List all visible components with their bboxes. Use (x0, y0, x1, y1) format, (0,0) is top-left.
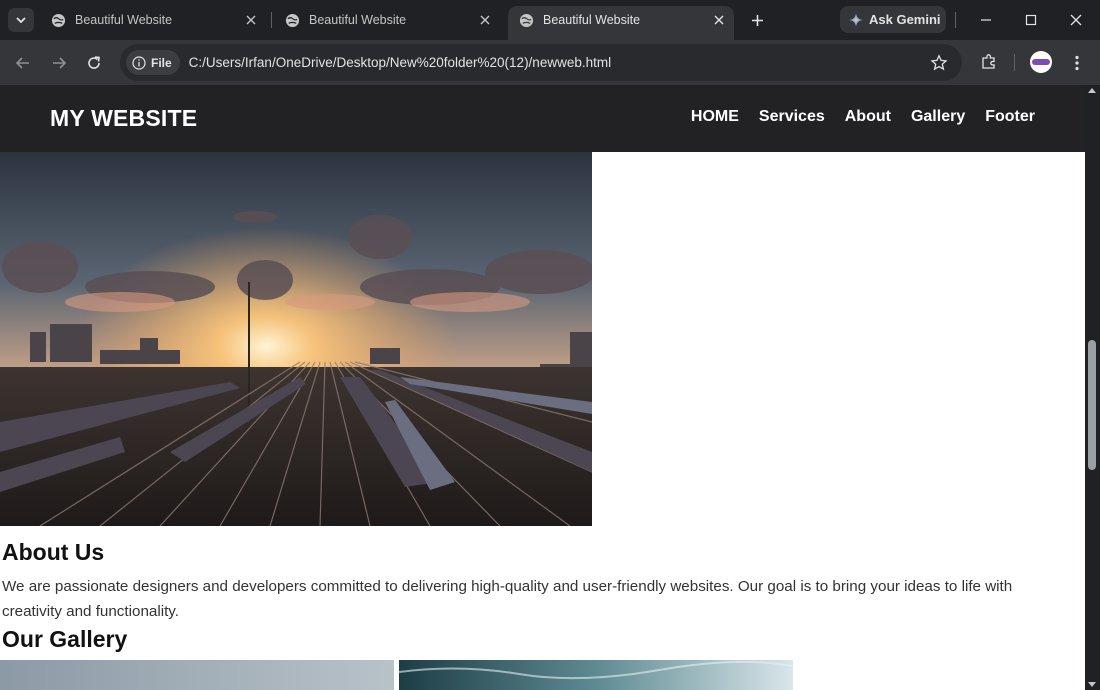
browser-toolbar: File C:/Users/Irfan/OneDrive/Desktop/New… (0, 40, 1100, 85)
reload-icon (88, 56, 100, 69)
url-text[interactable]: C:/Users/Irfan/OneDrive/Desktop/New%20fo… (189, 55, 611, 70)
profile-avatar[interactable] (1030, 51, 1052, 73)
nav-link-footer[interactable]: Footer (985, 108, 1035, 126)
close-window-button[interactable] (1061, 6, 1091, 34)
nav-link-gallery[interactable]: Gallery (911, 108, 965, 126)
hero-image (0, 152, 592, 526)
new-tab-button[interactable] (746, 9, 768, 31)
globe-icon (518, 12, 534, 28)
site-logo[interactable]: MY WEBSITE (50, 105, 197, 132)
about-heading: About Us (2, 539, 105, 565)
tab-title: Beautiful Website (309, 13, 407, 27)
ask-gemini-label: Ask Gemini (869, 12, 941, 27)
gemini-sparkle-icon (849, 12, 863, 27)
gallery-image-1 (0, 660, 394, 690)
chevron-down-icon (16, 17, 26, 24)
close-icon[interactable] (476, 11, 494, 29)
page-viewport: MY WEBSITE HOME Services About Gallery F… (0, 85, 1085, 690)
close-icon (1070, 14, 1082, 26)
tab-title: Beautiful Website (75, 13, 173, 27)
scroll-down-arrow-icon[interactable] (1088, 682, 1096, 687)
globe-icon (284, 12, 300, 28)
scroll-up-arrow-icon[interactable] (1088, 88, 1096, 93)
tab-1[interactable]: Beautiful Website (40, 6, 266, 34)
arrow-left-icon (15, 57, 29, 69)
gallery-heading: Our Gallery (2, 626, 128, 652)
info-icon (132, 55, 146, 70)
globe-icon (50, 12, 66, 28)
avatar-image (1032, 59, 1050, 65)
nav-link-services[interactable]: Services (759, 108, 825, 126)
tab-3-active[interactable]: Beautiful Website (508, 6, 734, 40)
site-header: MY WEBSITE HOME Services About Gallery F… (0, 85, 1085, 152)
forward-button[interactable] (46, 50, 72, 76)
tab-search-button[interactable] (8, 8, 34, 32)
about-paragraph: We are passionate designers and develope… (2, 578, 1013, 620)
close-icon[interactable] (710, 11, 728, 29)
page-scrollbar[interactable] (1085, 85, 1100, 690)
browser-menu-button[interactable] (1066, 51, 1088, 75)
maximize-icon (1025, 14, 1037, 26)
tab-strip: Beautiful Website Beautiful Website Beau… (0, 0, 1100, 40)
file-chip-label: File (151, 55, 172, 70)
more-vertical-icon (1075, 55, 1079, 71)
plus-icon (751, 14, 763, 26)
tab-separator (271, 12, 272, 28)
maximize-button[interactable] (1016, 6, 1046, 34)
reload-button[interactable] (81, 50, 107, 76)
nav-link-about[interactable]: About (845, 108, 891, 126)
window-separator (955, 12, 956, 28)
minimize-button[interactable] (971, 6, 1001, 34)
back-button[interactable] (10, 50, 36, 76)
toolbar-separator (1014, 54, 1015, 71)
minimize-icon (981, 19, 991, 21)
gallery-image-2 (399, 660, 793, 690)
extensions-button[interactable] (977, 50, 1001, 74)
tab-title: Beautiful Website (543, 13, 641, 27)
puzzle-piece-icon (982, 54, 995, 69)
address-bar[interactable]: File C:/Users/Irfan/OneDrive/Desktop/New… (120, 44, 962, 81)
nav-link-home[interactable]: HOME (691, 108, 739, 126)
site-nav: HOME Services About Gallery Footer (691, 108, 1035, 126)
ask-gemini-button[interactable]: Ask Gemini (840, 6, 946, 33)
arrow-right-icon (53, 57, 67, 69)
scrollbar-thumb[interactable] (1088, 340, 1096, 470)
close-icon[interactable] (242, 11, 260, 29)
tab-2[interactable]: Beautiful Website (274, 6, 500, 34)
bookmark-star-icon[interactable] (930, 54, 948, 72)
site-info-chip[interactable]: File (126, 50, 180, 75)
